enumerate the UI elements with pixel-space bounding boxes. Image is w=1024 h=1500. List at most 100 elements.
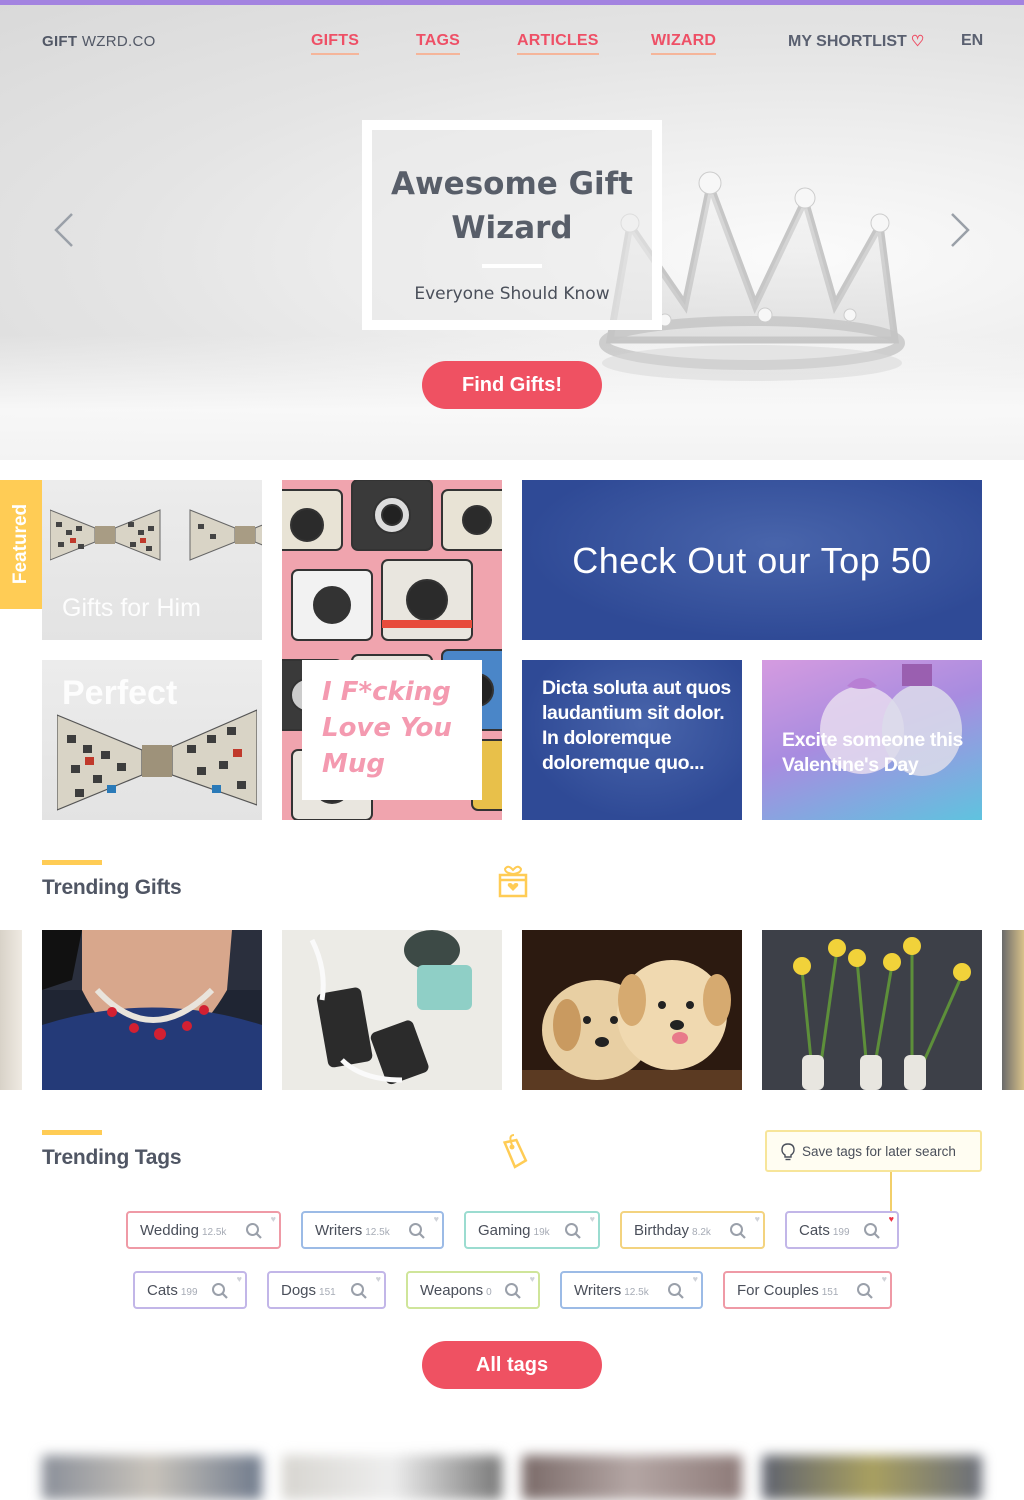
hero-divider	[482, 264, 542, 268]
search-icon[interactable]	[245, 1222, 263, 1240]
gift-photo-partial[interactable]	[0, 930, 22, 1090]
tile-label-mug: I F*cking Love You Mug	[322, 677, 452, 779]
search-icon[interactable]	[863, 1222, 881, 1240]
tag-name: Cats	[147, 1282, 178, 1299]
tag-chip[interactable]: Weapons 0 ♥	[406, 1271, 540, 1309]
heart-icon[interactable]: ♥	[889, 1214, 894, 1224]
search-icon[interactable]	[564, 1222, 582, 1240]
gift-photo-partial[interactable]	[1002, 930, 1024, 1090]
tag-count: 0	[486, 1287, 492, 1298]
tag-chip[interactable]: Birthday 8.2k ♥	[620, 1211, 765, 1249]
tag-icon	[502, 1134, 528, 1169]
tag-name: Birthday	[634, 1222, 690, 1239]
tag-name: Cats	[799, 1222, 830, 1239]
heart-icon[interactable]: ♥	[530, 1274, 535, 1284]
bowtie-image	[57, 709, 257, 811]
search-icon[interactable]	[856, 1282, 874, 1300]
hero-title: Awesome Gift Wizard	[391, 166, 633, 246]
tile-label-article: Dicta soluta aut quos laudantium sit dol…	[542, 677, 731, 774]
tag-name: For Couples	[737, 1282, 819, 1299]
tag-name: Writers	[315, 1222, 363, 1239]
search-icon[interactable]	[350, 1282, 368, 1300]
nav-link-gifts[interactable]: GIFTS	[311, 32, 360, 55]
tag-chip[interactable]: Dogs 151 ♥	[267, 1271, 386, 1309]
heart-icon[interactable]: ♥	[882, 1274, 887, 1284]
chevron-right-icon[interactable]	[948, 210, 972, 250]
find-gifts-button[interactable]: Find Gifts!	[422, 361, 602, 409]
language-selector[interactable]: EN	[961, 32, 983, 50]
heart-icon[interactable]: ♥	[237, 1274, 242, 1284]
tile-label-top-50: Check Out our Top 50	[572, 540, 932, 581]
hero-caption-card: Awesome Gift Wizard Everyone Should Know	[362, 120, 662, 330]
gift-box-icon	[498, 865, 528, 898]
blurred-card	[42, 1455, 262, 1500]
my-shortlist-link[interactable]: MY SHORTLIST ♡	[788, 32, 924, 51]
tag-count: 151	[319, 1287, 336, 1298]
gift-photo-daffodils[interactable]	[762, 930, 982, 1090]
gift-photo-puppies[interactable]	[522, 930, 742, 1090]
tag-name: Weapons	[420, 1282, 484, 1299]
blurred-card	[762, 1455, 982, 1500]
tooltip-text: Save tags for later search	[802, 1144, 956, 1159]
heart-icon[interactable]: ♥	[590, 1214, 595, 1224]
tag-chip[interactable]: Gaming 19k ♥	[464, 1211, 600, 1249]
search-icon[interactable]	[211, 1282, 229, 1300]
bowtie-image	[50, 509, 262, 561]
save-tags-tooltip: Save tags for later search	[765, 1130, 982, 1172]
tag-count: 199	[832, 1227, 850, 1238]
featured-tab: Featured	[0, 480, 42, 609]
heart-icon[interactable]: ♥	[693, 1274, 698, 1284]
tile-label-gifts-for-him: Gifts for Him	[62, 594, 201, 622]
heart-icon[interactable]: ♥	[376, 1274, 381, 1284]
chevron-left-icon[interactable]	[52, 210, 76, 250]
tag-count: 12.5k	[365, 1227, 390, 1238]
tag-chip[interactable]: Wedding 12.5k ♥	[126, 1211, 281, 1249]
gift-photo-cable-wraps[interactable]	[282, 930, 502, 1090]
search-icon[interactable]	[408, 1222, 426, 1240]
tile-perfect[interactable]: Perfect	[42, 660, 262, 820]
tag-chip[interactable]: Writers 12.5k ♥	[560, 1271, 703, 1309]
gift-photo-necklace[interactable]	[42, 930, 262, 1090]
heart-icon[interactable]: ♥	[755, 1214, 760, 1224]
tag-count: 12.5k	[624, 1287, 649, 1298]
blurred-card	[522, 1455, 742, 1500]
nav-link-tags[interactable]: TAGS	[416, 32, 461, 55]
nav-link-articles[interactable]: ARTICLES	[517, 32, 599, 55]
tile-article[interactable]: Dicta soluta aut quos laudantium sit dol…	[522, 660, 742, 820]
tag-name: Gaming	[478, 1222, 531, 1239]
blurred-card	[282, 1455, 502, 1500]
tag-chip[interactable]: Cats 199 ♥	[133, 1271, 247, 1309]
tag-name: Writers	[574, 1282, 622, 1299]
main-navigation: GIFT WZRD.CO GIFTS TAGS ARTICLES WIZARD …	[0, 5, 1024, 77]
heart-icon[interactable]: ♥	[434, 1214, 439, 1224]
lightbulb-icon	[781, 1143, 795, 1161]
featured-tab-label: Featured	[10, 503, 31, 585]
nav-link-wizard[interactable]: WIZARD	[651, 32, 717, 55]
tag-count: 19k	[533, 1227, 550, 1238]
tag-name: Dogs	[281, 1282, 317, 1299]
tag-chip[interactable]: Cats 199 ♥	[785, 1211, 899, 1249]
trending-gifts-title: Trending Gifts	[42, 876, 182, 899]
tag-chip[interactable]: Writers 12.5k ♥	[301, 1211, 444, 1249]
tag-count: 199	[180, 1287, 198, 1298]
trending-tags-title: Trending Tags	[42, 1146, 182, 1169]
tag-count: 12.5k	[201, 1227, 227, 1238]
tag-count: 8.2k	[692, 1227, 711, 1238]
tile-label-valentine: Excite someone this Valentine's Day	[782, 729, 963, 776]
hero-subtitle: Everyone Should Know	[414, 284, 610, 304]
heart-icon[interactable]: ♥	[271, 1214, 276, 1224]
tile-gifts-for-him[interactable]: Gifts for Him	[42, 480, 262, 640]
tile-valentine[interactable]: Excite someone this Valentine's Day	[762, 660, 982, 820]
heart-icon: ♡	[910, 33, 925, 50]
section-accent-bar	[42, 1130, 102, 1135]
site-logo[interactable]: GIFT WZRD.CO	[42, 33, 156, 50]
search-icon[interactable]	[504, 1282, 522, 1300]
tag-chip[interactable]: For Couples 151 ♥	[723, 1271, 892, 1309]
tag-name: Wedding	[140, 1222, 199, 1239]
mug-caption-card[interactable]: I F*cking Love You Mug	[302, 660, 482, 800]
search-icon[interactable]	[667, 1282, 685, 1300]
search-icon[interactable]	[729, 1222, 747, 1240]
tile-top-50[interactable]: Check Out our Top 50	[522, 480, 982, 640]
shortlist-label: MY SHORTLIST	[788, 33, 907, 50]
all-tags-button[interactable]: All tags	[422, 1341, 602, 1389]
